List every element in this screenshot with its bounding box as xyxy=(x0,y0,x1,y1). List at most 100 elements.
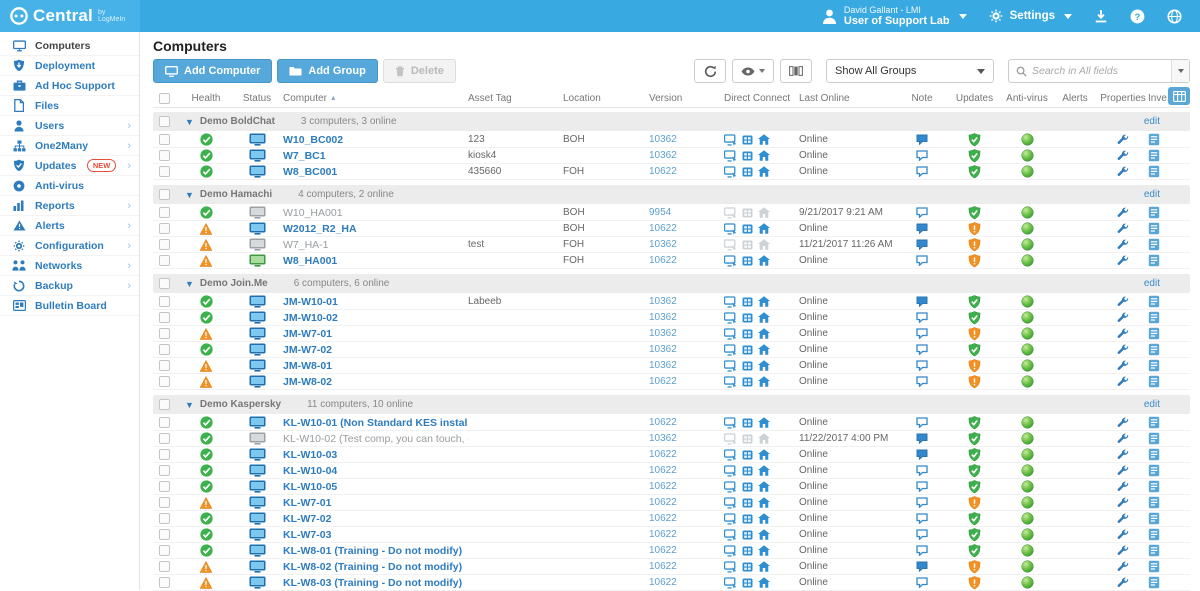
version-link[interactable]: 10622 xyxy=(649,376,677,387)
properties-wrench-icon[interactable] xyxy=(1117,344,1129,356)
antivirus-ok-icon[interactable] xyxy=(1021,133,1034,146)
note-icon[interactable] xyxy=(916,344,928,355)
row-checkbox[interactable] xyxy=(159,296,170,307)
rdp-session-icon[interactable] xyxy=(742,361,753,371)
remote-control-icon[interactable] xyxy=(724,497,737,509)
properties-wrench-icon[interactable] xyxy=(1117,150,1129,162)
remote-control-icon[interactable] xyxy=(724,296,737,308)
antivirus-ok-icon[interactable] xyxy=(1021,343,1034,356)
inventory-icon[interactable] xyxy=(1148,544,1160,557)
add-computer-button[interactable]: Add Computer xyxy=(153,59,272,83)
sidebar-item-networks[interactable]: Networks› xyxy=(0,256,139,276)
rdp-session-icon[interactable] xyxy=(742,224,753,234)
view-toggle-button[interactable] xyxy=(780,59,812,83)
version-link[interactable]: 10362 xyxy=(649,150,677,161)
column-header-asset-tag[interactable]: Asset Tag xyxy=(468,93,563,104)
home-icon[interactable] xyxy=(758,417,770,428)
home-icon[interactable] xyxy=(758,328,770,339)
remote-control-icon[interactable] xyxy=(724,223,737,235)
column-header-computer[interactable]: Computer▲ xyxy=(283,93,468,104)
home-icon[interactable] xyxy=(758,360,770,371)
rdp-session-icon[interactable] xyxy=(742,578,753,588)
settings-menu[interactable]: Settings xyxy=(989,9,1072,23)
version-link[interactable]: 10622 xyxy=(649,513,677,524)
properties-wrench-icon[interactable] xyxy=(1117,497,1129,509)
row-checkbox[interactable] xyxy=(159,449,170,460)
rdp-session-icon[interactable] xyxy=(742,530,753,540)
antivirus-ok-icon[interactable] xyxy=(1021,576,1034,589)
sidebar-item-backup[interactable]: Backup› xyxy=(0,276,139,296)
sidebar-item-anti-virus[interactable]: Anti-virus xyxy=(0,176,139,196)
properties-wrench-icon[interactable] xyxy=(1117,465,1129,477)
antivirus-ok-icon[interactable] xyxy=(1021,375,1034,388)
rdp-session-icon[interactable] xyxy=(742,450,753,460)
sidebar-item-bulletin-board[interactable]: Bulletin Board xyxy=(0,296,139,316)
version-link[interactable]: 10622 xyxy=(649,545,677,556)
updates-warning-icon[interactable] xyxy=(968,560,981,574)
collapse-caret-icon[interactable]: ▼ xyxy=(185,117,194,127)
computer-name-link[interactable]: KL-W8-02 (Training - Do not modify) xyxy=(283,561,462,573)
note-icon[interactable] xyxy=(916,561,928,572)
select-all-checkbox[interactable] xyxy=(159,93,170,104)
updates-ok-icon[interactable] xyxy=(968,448,981,462)
remote-control-icon[interactable] xyxy=(724,344,737,356)
note-icon[interactable] xyxy=(916,433,928,444)
rdp-session-icon[interactable] xyxy=(742,297,753,307)
inventory-icon[interactable] xyxy=(1148,343,1160,356)
computer-name-link[interactable]: KL-W10-03 xyxy=(283,449,337,461)
antivirus-ok-icon[interactable] xyxy=(1021,254,1034,267)
home-icon[interactable] xyxy=(758,561,770,572)
row-checkbox[interactable] xyxy=(159,166,170,177)
antivirus-ok-icon[interactable] xyxy=(1021,432,1034,445)
rdp-session-icon[interactable] xyxy=(742,167,753,177)
column-header-version[interactable]: Version xyxy=(649,93,724,104)
inventory-icon[interactable] xyxy=(1148,464,1160,477)
updates-ok-icon[interactable] xyxy=(968,133,981,147)
row-checkbox[interactable] xyxy=(159,577,170,588)
computer-name-link[interactable]: KL-W10-01 (Non Standard KES install) xyxy=(283,417,468,429)
properties-wrench-icon[interactable] xyxy=(1117,417,1129,429)
column-header-health[interactable]: Health xyxy=(181,93,231,104)
remote-control-icon[interactable] xyxy=(724,529,737,541)
computer-name-link[interactable]: KL-W7-01 xyxy=(283,497,331,509)
inventory-icon[interactable] xyxy=(1148,149,1160,162)
row-checkbox[interactable] xyxy=(159,312,170,323)
antivirus-ok-icon[interactable] xyxy=(1021,528,1034,541)
sidebar-item-files[interactable]: Files xyxy=(0,96,139,116)
version-link[interactable]: 10622 xyxy=(649,577,677,588)
home-icon[interactable] xyxy=(758,223,770,234)
properties-wrench-icon[interactable] xyxy=(1117,296,1129,308)
properties-wrench-icon[interactable] xyxy=(1117,561,1129,573)
properties-wrench-icon[interactable] xyxy=(1117,166,1129,178)
note-icon[interactable] xyxy=(916,513,928,524)
group-checkbox[interactable] xyxy=(159,189,170,200)
home-icon[interactable] xyxy=(758,481,770,492)
row-checkbox[interactable] xyxy=(159,134,170,145)
group-checkbox[interactable] xyxy=(159,399,170,410)
properties-wrench-icon[interactable] xyxy=(1117,481,1129,493)
inventory-icon[interactable] xyxy=(1148,133,1160,146)
version-link[interactable]: 10622 xyxy=(649,481,677,492)
version-link[interactable]: 10622 xyxy=(649,465,677,476)
updates-ok-icon[interactable] xyxy=(968,206,981,220)
note-icon[interactable] xyxy=(916,577,928,588)
inventory-icon[interactable] xyxy=(1148,496,1160,509)
inventory-icon[interactable] xyxy=(1148,528,1160,541)
computer-name-link[interactable]: JM-W10-01 xyxy=(283,296,338,308)
antivirus-ok-icon[interactable] xyxy=(1021,327,1034,340)
remote-control-icon[interactable] xyxy=(724,134,737,146)
row-checkbox[interactable] xyxy=(159,207,170,218)
sidebar-item-ad-hoc-support[interactable]: Ad Hoc Support xyxy=(0,76,139,96)
version-link[interactable]: 10362 xyxy=(649,296,677,307)
computer-name-link[interactable]: W7_BC1 xyxy=(283,150,326,162)
row-checkbox[interactable] xyxy=(159,376,170,387)
column-header-alerts[interactable]: Alerts xyxy=(1052,93,1098,104)
row-checkbox[interactable] xyxy=(159,150,170,161)
antivirus-ok-icon[interactable] xyxy=(1021,496,1034,509)
home-icon[interactable] xyxy=(758,545,770,556)
note-icon[interactable] xyxy=(916,166,928,177)
column-header-anti-virus[interactable]: Anti-virus xyxy=(1002,93,1052,104)
group-edit-link[interactable]: edit xyxy=(1144,399,1160,410)
note-icon[interactable] xyxy=(916,223,928,234)
column-header-updates[interactable]: Updates xyxy=(947,93,1002,104)
